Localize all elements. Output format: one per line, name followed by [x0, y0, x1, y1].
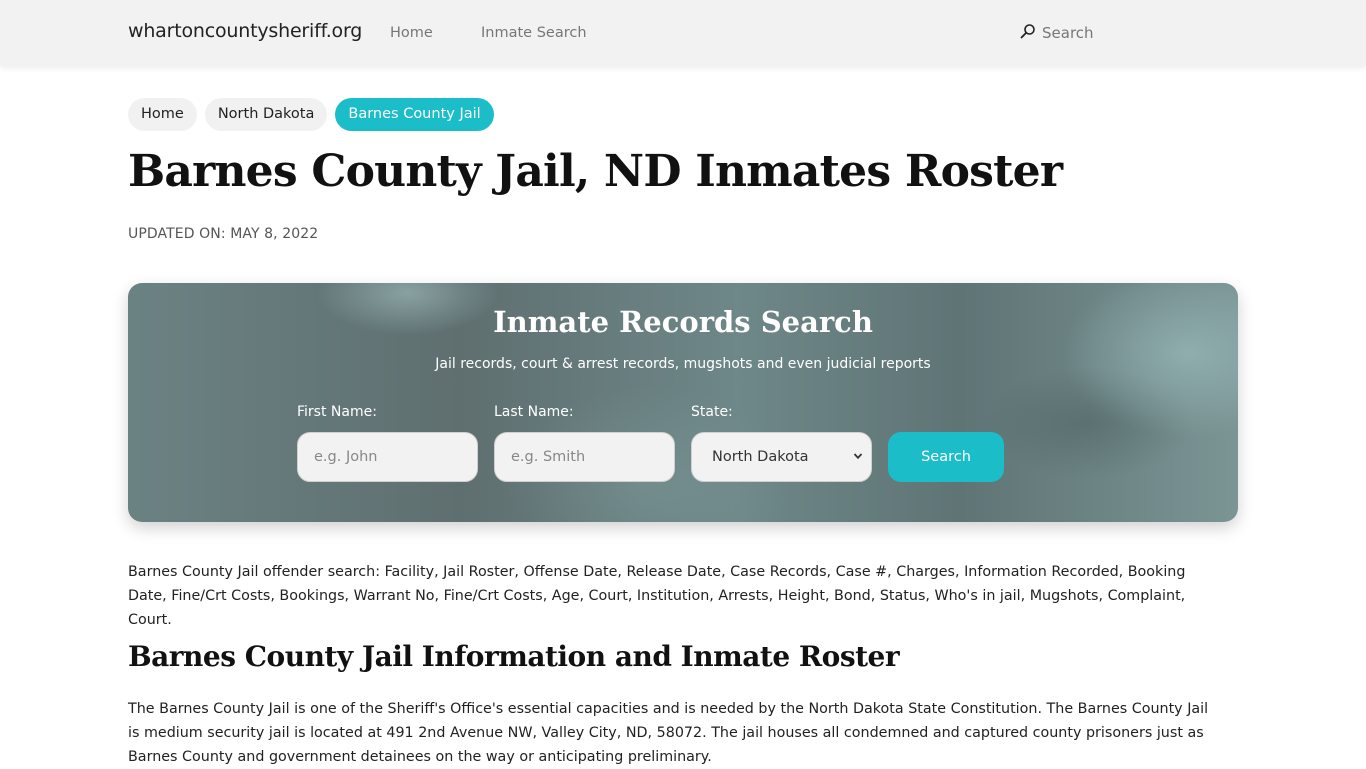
first-name-input[interactable]: [297, 432, 478, 482]
header-search-button[interactable]: Search: [1020, 23, 1094, 43]
jail-info-paragraph: The Barnes County Jail is one of the She…: [128, 701, 1209, 765]
state-select[interactable]: North Dakota: [691, 432, 872, 482]
breadcrumb: Home North Dakota Barnes County Jail: [128, 98, 494, 131]
search-submit-button[interactable]: Search: [888, 432, 1004, 482]
breadcrumb-home[interactable]: Home: [128, 98, 197, 131]
last-name-input[interactable]: [494, 432, 675, 482]
brand-link[interactable]: whartoncountysheriff.org: [128, 20, 362, 42]
section-title: Barnes County Jail Information and Inmat…: [128, 640, 900, 673]
nav-home[interactable]: Home: [390, 25, 433, 41]
state-label: State:: [691, 404, 733, 420]
header-search-label: Search: [1042, 24, 1094, 42]
site-header: whartoncountysheriff.org Home Inmate Sea…: [0, 0, 1366, 66]
breadcrumb-barnes-county-jail[interactable]: Barnes County Jail: [335, 98, 494, 131]
search-panel-title: Inmate Records Search: [493, 305, 873, 339]
inmate-search-panel: Inmate Records Search Jail records, cour…: [128, 283, 1238, 522]
last-name-label: Last Name:: [494, 404, 574, 420]
page-title: Barnes County Jail, ND Inmates Roster: [128, 146, 1063, 197]
search-icon: [1020, 23, 1036, 43]
updated-date: UPDATED ON: MAY 8, 2022: [128, 226, 319, 242]
offender-search-description: Barnes County Jail offender search: Faci…: [128, 564, 1186, 628]
first-name-label: First Name:: [297, 404, 377, 420]
search-panel-subtitle: Jail records, court & arrest records, mu…: [435, 356, 931, 372]
breadcrumb-north-dakota[interactable]: North Dakota: [204, 98, 328, 131]
nav-inmate-search[interactable]: Inmate Search: [481, 25, 587, 41]
